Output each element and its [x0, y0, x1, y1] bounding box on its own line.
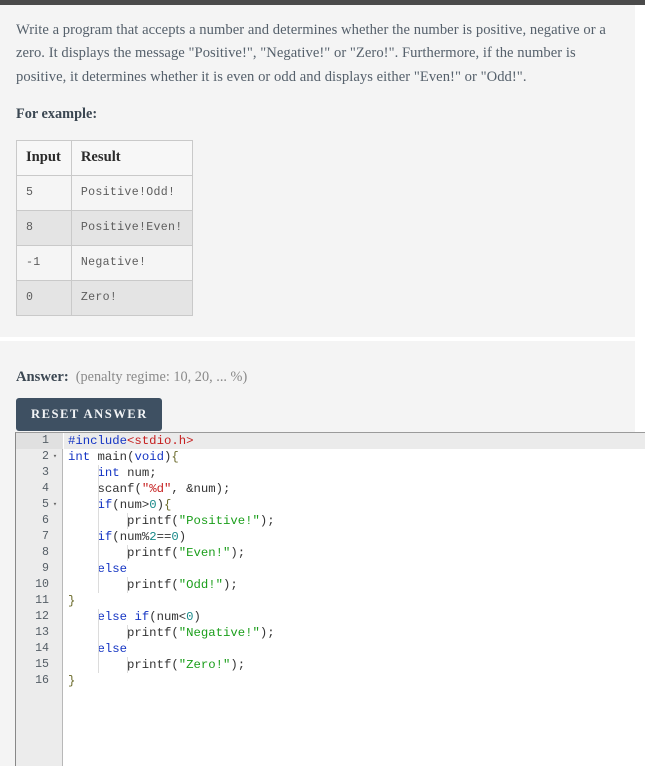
code-line-text: int num; — [97, 465, 157, 481]
for-example-label: For example: — [16, 105, 98, 122]
question-section: Write a program that accepts a number an… — [0, 5, 635, 337]
code-line[interactable]: 14 else — [16, 641, 645, 657]
line-number: 2 ▾ — [16, 449, 63, 465]
code-line[interactable]: 1 #include<stdio.h> — [16, 433, 645, 449]
code-line[interactable]: 4 scanf("%d", &num); — [16, 481, 645, 497]
examples-table: Input Result 5 Positive!Odd! 8 Positive!… — [16, 139, 193, 316]
line-number: 10 — [35, 578, 49, 591]
code-line-text: scanf("%d", &num); — [97, 481, 231, 497]
cell-result: Zero! — [70, 279, 193, 316]
table-row: -1 Negative! — [16, 244, 193, 281]
code-line-text: if(num>0){ — [97, 497, 172, 513]
table-header-input: Input — [16, 139, 72, 176]
code-line-text: printf("Even!"); — [64, 545, 645, 561]
line-number: 3 — [42, 466, 49, 479]
code-line-text: else — [97, 561, 128, 577]
code-line-text: } — [68, 674, 76, 688]
code-line[interactable]: 6 printf("Positive!"); — [16, 513, 645, 529]
code-line[interactable]: 7 if(num%2==0) — [16, 529, 645, 545]
code-lines-container[interactable]: 1 #include<stdio.h> 2 ▾ int main(void){3 int… — [16, 433, 645, 689]
code-line-text: printf("Zero!"); — [64, 657, 645, 673]
code-line[interactable]: 16} — [16, 673, 645, 689]
cell-input: 8 — [16, 209, 72, 246]
code-line[interactable]: 10 printf("Odd!"); — [16, 577, 645, 593]
code-line-text: printf("Negative!"); — [64, 625, 645, 641]
line-number: 11 — [35, 594, 49, 607]
line-number: 8 — [42, 546, 49, 559]
right-margin-strip-lower — [635, 341, 645, 432]
code-line[interactable]: 5 ▾ if(num>0){ — [16, 497, 645, 513]
penalty-regime-text: (penalty regime: 10, 20, ... %) — [75, 369, 248, 385]
code-line[interactable]: 13 printf("Negative!"); — [16, 625, 645, 641]
table-header-row: Input Result — [16, 139, 193, 176]
code-line-text: printf("Positive!"); — [64, 513, 645, 529]
cell-result: Positive!Even! — [70, 209, 193, 246]
line-number: 1 — [16, 433, 63, 449]
line-number: 16 — [35, 674, 49, 687]
code-line-text: else — [97, 641, 128, 657]
line-number: 5 ▾ — [16, 497, 63, 513]
line-number: 15 — [35, 658, 49, 671]
question-description: Write a program that accepts a number an… — [16, 22, 606, 85]
right-margin-strip — [635, 5, 645, 337]
table-row: 8 Positive!Even! — [16, 209, 193, 246]
line-number: 4 — [42, 482, 49, 495]
cell-result: Positive!Odd! — [70, 174, 193, 211]
line-number: 12 — [35, 610, 49, 623]
fold-toggle-icon[interactable]: ▾ — [50, 449, 60, 465]
fold-toggle-icon[interactable]: ▾ — [50, 497, 60, 513]
line-number: 14 — [35, 642, 49, 655]
table-row: 0 Zero! — [16, 279, 193, 316]
code-line[interactable]: 15 printf("Zero!"); — [16, 657, 645, 673]
code-line[interactable]: 12 else if(num<0) — [16, 609, 645, 625]
code-line-text: } — [68, 594, 76, 608]
code-line[interactable]: 8 printf("Even!"); — [16, 545, 645, 561]
code-line[interactable]: 11} — [16, 593, 645, 609]
answer-label: Answer: — [16, 369, 69, 385]
code-line[interactable]: 2 ▾ int main(void){ — [16, 449, 645, 465]
reset-answer-button[interactable]: RESET ANSWER — [16, 398, 162, 431]
table-header-result: Result — [70, 139, 193, 176]
page-root: Write a program that accepts a number an… — [0, 0, 645, 766]
cell-input: 5 — [16, 174, 72, 211]
cell-result: Negative! — [70, 244, 193, 281]
code-line-text: int main(void){ — [68, 450, 179, 464]
code-line[interactable]: 3 int num; — [16, 465, 645, 481]
table-row: 5 Positive!Odd! — [16, 174, 193, 211]
cell-input: 0 — [16, 279, 72, 316]
code-editor[interactable]: 1 #include<stdio.h> 2 ▾ int main(void){3 int… — [15, 432, 645, 766]
cell-input: -1 — [16, 244, 72, 281]
code-line-text: else if(num<0) — [97, 609, 201, 625]
line-number: 13 — [35, 626, 49, 639]
line-number: 7 — [42, 530, 49, 543]
answer-heading: Answer: (penalty regime: 10, 20, ... %) — [16, 341, 635, 385]
code-line-text: if(num%2==0) — [97, 529, 187, 545]
code-line-text: #include<stdio.h> — [64, 433, 645, 449]
line-number: 6 — [42, 514, 49, 527]
code-line[interactable]: 9 else — [16, 561, 645, 577]
line-number: 9 — [42, 562, 49, 575]
code-line-text: printf("Odd!"); — [64, 577, 645, 593]
